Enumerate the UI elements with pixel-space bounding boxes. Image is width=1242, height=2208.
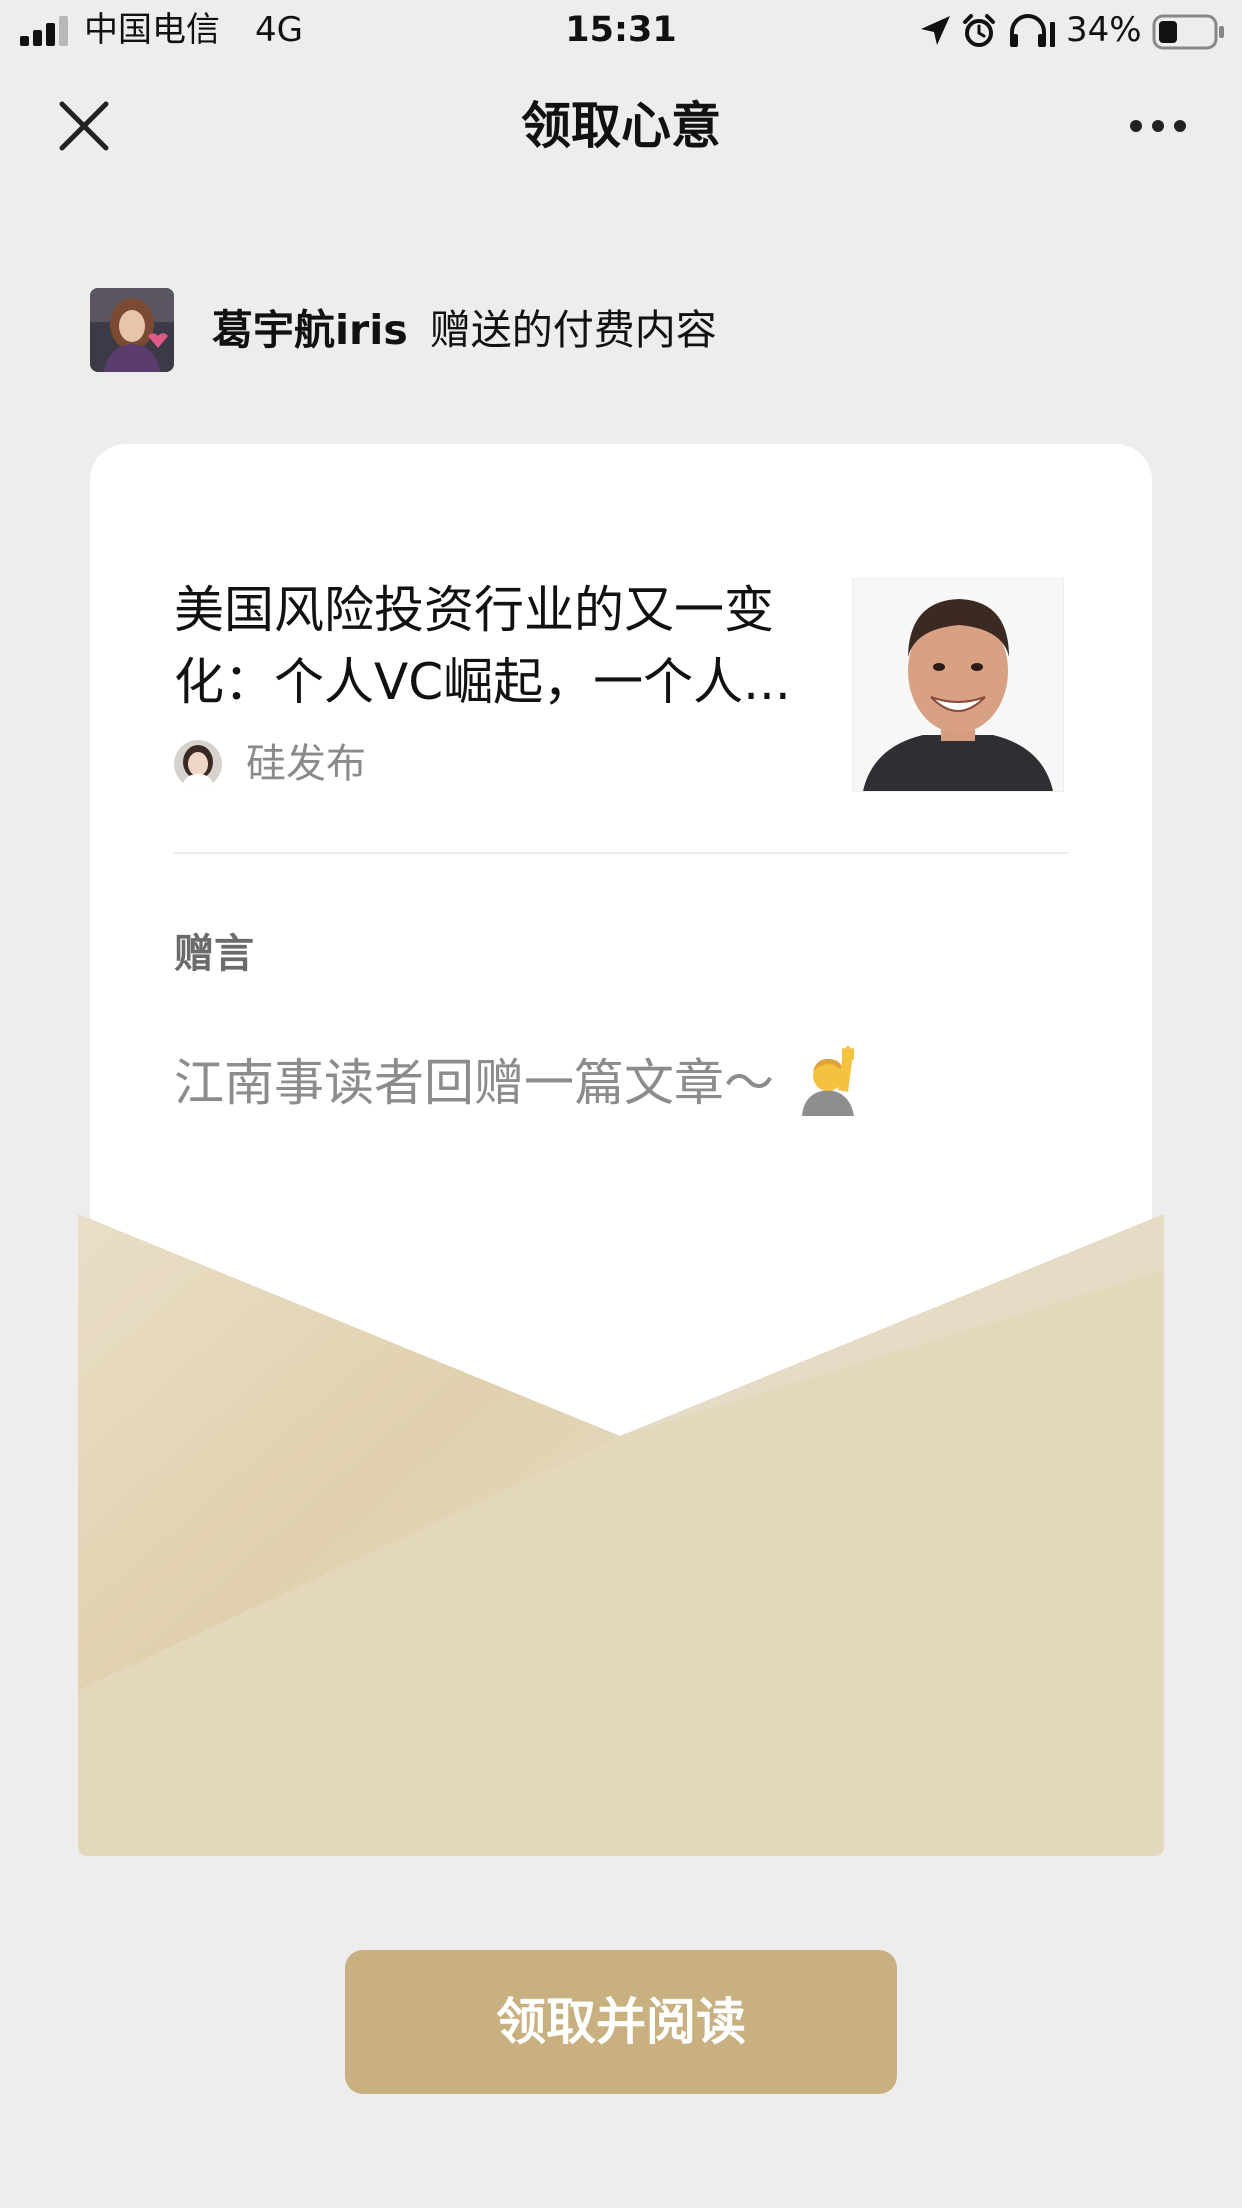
more-options-icon[interactable] [1128,110,1188,142]
battery-percentage: 34% [1066,10,1142,50]
battery-icon [1152,14,1224,50]
divider [174,852,1068,854]
account-avatar [174,740,222,788]
sender-name[interactable]: 葛宇航iris [212,306,408,354]
page-title: 领取心意 [521,97,721,155]
article-thumbnail[interactable] [852,578,1064,792]
raising-hand-icon [802,1046,854,1116]
sender-gift-description: 赠送的付费内容 [429,306,717,354]
alarm-clock-icon [963,14,995,47]
sender-info: 葛宇航iris 赠送的付费内容 [212,300,717,360]
headphones-icon [1010,14,1055,47]
envelope-graphic [78,1214,1164,1856]
gift-message-text: 江南事读者回赠一篇文章～ [174,1054,774,1112]
account-name: 硅发布 [246,741,366,787]
location-arrow-icon [921,16,950,45]
sender-avatar[interactable] [90,288,174,372]
gift-message-label: 赠言 [174,931,254,977]
article-title[interactable]: 美国风险投资行业的又一变化：个人VC崛起，一个人... [174,574,814,718]
status-bar: 中国电信 4G 15:31 34% [0,0,1242,62]
claim-and-read-button[interactable]: 领取并阅读 [345,1950,897,2094]
